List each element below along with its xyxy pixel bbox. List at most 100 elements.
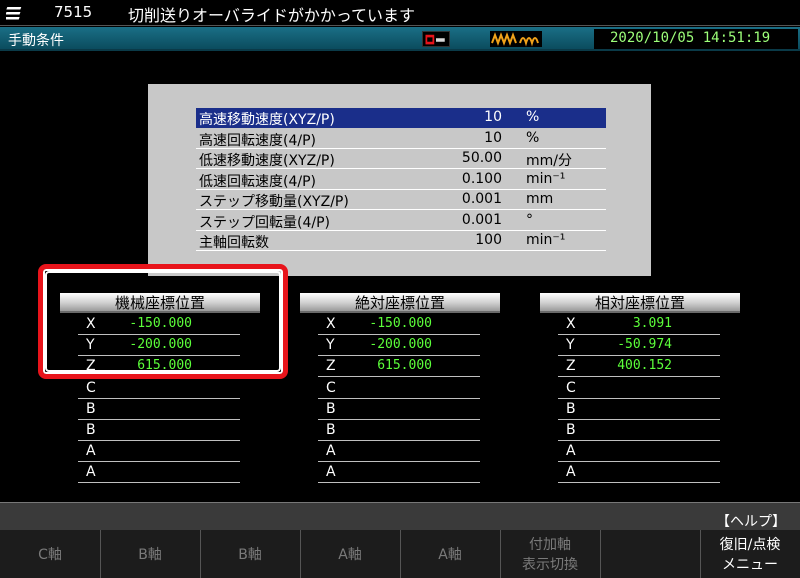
setting-row[interactable]: 低速回転速度(4/P) 0.100 min⁻¹	[196, 170, 606, 190]
relative-coordinates-row: Z 400.152	[558, 356, 720, 378]
softkey-label: 付加軸	[529, 537, 571, 553]
softkey-label: 表示切換	[522, 557, 578, 573]
highlight-frame	[38, 264, 288, 379]
softkey-label: 復旧/点検	[719, 537, 781, 553]
status-bar: 手動条件 2020/10/05 14:51:19	[0, 27, 800, 51]
softkey-label: B軸	[138, 547, 162, 563]
softkey-label: A軸	[338, 547, 362, 563]
setting-unit: °	[526, 211, 533, 228]
absolute-coordinates-row: Y -200.000	[318, 335, 480, 357]
axis-label: C	[326, 379, 336, 396]
setting-value: 0.001	[461, 211, 502, 228]
override-indicator-icon	[422, 31, 450, 47]
absolute-coordinates-row: X -150.000	[318, 314, 480, 335]
setting-value: 0.100	[461, 170, 502, 187]
mode-label: 手動条件	[8, 33, 64, 49]
softkey-7[interactable]	[600, 530, 701, 578]
setting-label: 低速移動速度(XYZ/P)	[199, 153, 335, 169]
setting-value: 50.00	[461, 150, 502, 166]
softkey-6[interactable]: 付加軸 表示切換	[500, 530, 601, 578]
axis-label: B	[86, 422, 96, 438]
axis-value: -200.000	[369, 337, 432, 353]
axis-value: 615.000	[377, 358, 432, 374]
axis-label: Z	[566, 358, 576, 375]
axis-label: A	[566, 464, 576, 481]
date-time: 2020/10/05 14:51:19	[594, 29, 798, 49]
setting-value: 10	[484, 129, 502, 146]
axis-label: A	[566, 443, 576, 460]
setting-label: 低速回転速度(4/P)	[199, 173, 316, 190]
setting-unit: mm/分	[526, 153, 572, 169]
axis-label: Y	[326, 337, 335, 354]
setting-value: 0.001	[461, 191, 502, 207]
setting-label: 主軸回転数	[199, 235, 269, 251]
alarm-number: 7515	[54, 3, 93, 21]
help-label[interactable]: 【ヘルプ】	[716, 511, 786, 531]
softkey-5[interactable]: A軸	[400, 530, 501, 578]
setting-unit: %	[526, 129, 540, 146]
softkey-1[interactable]: C軸	[0, 530, 101, 578]
setting-value: 100	[475, 232, 502, 248]
setting-unit: min⁻¹	[526, 232, 566, 248]
machine-coordinates-row: C	[78, 378, 240, 399]
relative-coordinates-row: B	[558, 420, 720, 441]
spindle-wave-icon	[490, 31, 542, 47]
menu-icon[interactable]	[6, 5, 24, 21]
softkey-label: B軸	[238, 547, 262, 563]
axis-label: B	[566, 422, 576, 438]
absolute-coordinates-row: A	[318, 441, 480, 463]
softkey-4[interactable]: A軸	[300, 530, 401, 578]
axis-value: 400.152	[617, 358, 672, 374]
setting-label: 高速移動速度(XYZ/P)	[199, 112, 335, 128]
setting-label: ステップ移動量(XYZ/P)	[199, 194, 349, 210]
setting-row[interactable]: 主軸回転数 100 min⁻¹	[196, 231, 606, 251]
axis-label: B	[566, 400, 576, 417]
relative-coordinates-row: B	[558, 399, 720, 420]
relative-coordinates-row: A	[558, 462, 720, 484]
message-bar	[0, 502, 800, 530]
axis-value: -50.974	[617, 337, 672, 353]
relative-coordinates-row: X 3.091	[558, 314, 720, 335]
axis-label: A	[86, 443, 96, 460]
axis-label: A	[326, 443, 336, 460]
setting-row[interactable]: ステップ移動量(XYZ/P) 0.001 mm	[196, 190, 606, 210]
setting-row[interactable]: 高速移動速度(XYZ/P) 10%	[196, 108, 606, 128]
absolute-coordinates-row: A	[318, 462, 480, 484]
axis-label: B	[326, 422, 336, 438]
setting-row[interactable]: 低速移動速度(XYZ/P) 50.00 mm/分	[196, 149, 606, 169]
setting-unit: min⁻¹	[526, 170, 566, 187]
absolute-coordinates-row: Z 615.000	[318, 356, 480, 378]
axis-label: X	[326, 316, 336, 332]
alarm-message: 切削送りオーバライドがかかっています	[128, 6, 416, 25]
setting-unit: mm	[526, 191, 554, 207]
relative-coordinates-row: A	[558, 441, 720, 463]
axis-label: X	[566, 316, 576, 332]
setting-row[interactable]: 高速回転速度(4/P) 10%	[196, 129, 606, 149]
machine-coordinates-row: B	[78, 399, 240, 420]
relative-coordinates-header: 相対座標位置	[540, 293, 740, 313]
absolute-coordinates-row: C	[318, 378, 480, 399]
axis-label: A	[86, 464, 96, 481]
axis-label: C	[86, 379, 96, 396]
relative-coordinates-row: C	[558, 378, 720, 399]
absolute-coordinates-row: B	[318, 399, 480, 420]
softkey-label: C軸	[38, 547, 62, 563]
absolute-coordinates-row: B	[318, 420, 480, 441]
machine-coordinates-row: B	[78, 420, 240, 441]
setting-value: 10	[484, 109, 502, 125]
axis-label: B	[326, 400, 336, 417]
axis-label: A	[326, 464, 336, 481]
title-bar: 7515 切削送りオーバライドがかかっています	[0, 0, 800, 26]
machine-coordinates-row: A	[78, 441, 240, 463]
softkey-8[interactable]: 復旧/点検 メニュー	[700, 530, 800, 578]
absolute-coordinates-header: 絶対座標位置	[300, 293, 500, 313]
softkey-bar: C軸 B軸 B軸 A軸 A軸 付加軸表示切換 復旧/点検 メニュー	[0, 530, 800, 578]
softkey-label: A軸	[438, 547, 462, 563]
setting-unit: %	[526, 109, 540, 125]
softkey-2[interactable]: B軸	[100, 530, 201, 578]
relative-coordinates-row: Y -50.974	[558, 335, 720, 357]
axis-value: -150.000	[369, 316, 432, 331]
softkey-3[interactable]: B軸	[200, 530, 301, 578]
setting-row[interactable]: ステップ回転量(4/P) 0.001 °	[196, 211, 606, 231]
setting-label: 高速回転速度(4/P)	[199, 132, 316, 149]
